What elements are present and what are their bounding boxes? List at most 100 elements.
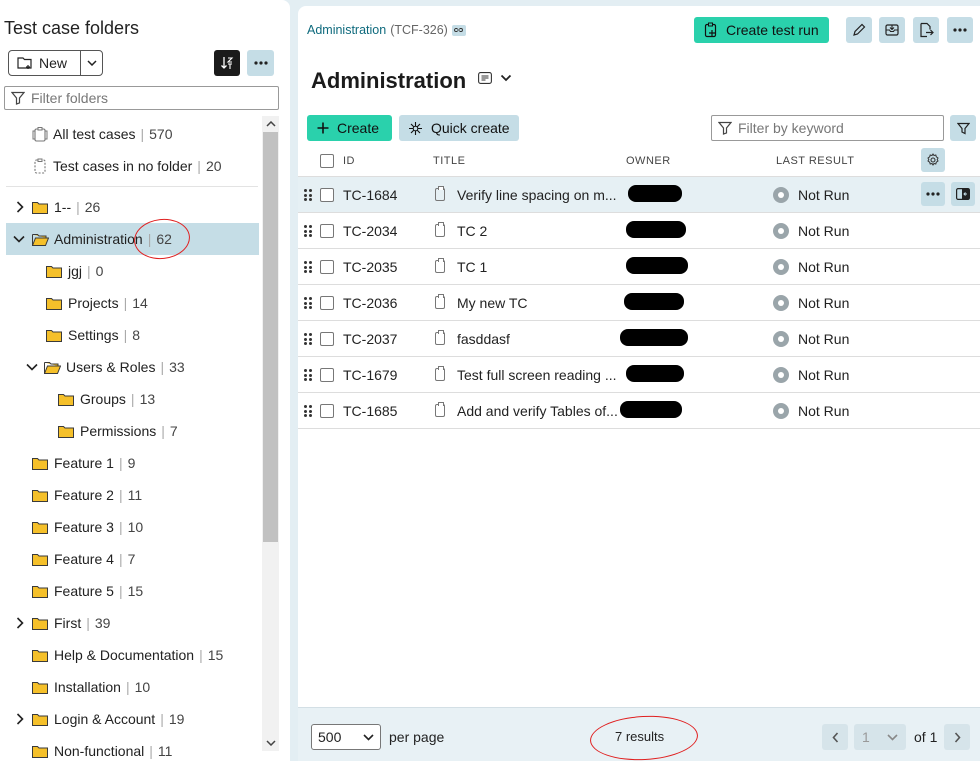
drag-handle-icon[interactable]	[304, 405, 312, 417]
filter-keyword-field[interactable]	[711, 115, 944, 141]
test-case-title[interactable]: fasddasf	[457, 331, 510, 347]
column-header-owner[interactable]: OWNER	[626, 155, 671, 167]
column-settings-button[interactable]	[921, 148, 945, 172]
tree-folder-administration[interactable]: Administration | 62	[6, 223, 259, 255]
tree-folder-non-functional[interactable]: Non-functional | 11	[32, 735, 172, 761]
column-header-id[interactable]: ID	[343, 155, 355, 167]
collapse-chevron-icon[interactable]	[25, 360, 39, 374]
test-case-title[interactable]: TC 2	[457, 223, 487, 239]
row-checkbox[interactable]	[320, 260, 334, 274]
drag-handle-icon[interactable]	[304, 333, 312, 345]
table-row[interactable]: TC-2037 fasddasf Not Run	[298, 321, 980, 357]
row-checkbox[interactable]	[320, 296, 334, 310]
test-case-id[interactable]: TC-1679	[343, 367, 397, 383]
new-button[interactable]: New	[9, 51, 81, 75]
scroll-up-arrow-icon[interactable]	[262, 116, 279, 132]
row-checkbox[interactable]	[320, 224, 334, 238]
tree-folder-help-documentation[interactable]: Help & Documentation | 15	[32, 639, 223, 671]
tree-folder-feature-1[interactable]: Feature 1 | 9	[32, 447, 135, 479]
per-page-select[interactable]: 500	[311, 724, 381, 750]
tree-folder-feature-3[interactable]: Feature 3 | 10	[32, 511, 143, 543]
quick-create-button[interactable]: Quick create	[399, 115, 519, 141]
row-checkbox[interactable]	[320, 368, 334, 382]
drag-handle-icon[interactable]	[304, 369, 312, 381]
chevron-down-icon[interactable]	[500, 74, 512, 82]
tree-item-label: Feature 1	[54, 455, 114, 471]
table-row[interactable]: TC-2034 TC 2 Not Run	[298, 213, 980, 249]
scrollbar-thumb[interactable]	[263, 132, 278, 542]
test-case-id[interactable]: TC-1685	[343, 403, 397, 419]
create-test-run-button[interactable]: Create test run	[694, 17, 829, 43]
test-case-icon	[435, 186, 445, 201]
advanced-filter-button[interactable]	[950, 115, 976, 141]
tree-folder-permissions[interactable]: Permissions | 7	[58, 415, 178, 447]
drag-handle-icon[interactable]	[304, 225, 312, 237]
test-case-id[interactable]: TC-2034	[343, 223, 397, 239]
test-case-title[interactable]: TC 1	[457, 259, 487, 275]
scroll-down-arrow-icon[interactable]	[262, 735, 279, 751]
row-more-button[interactable]	[921, 182, 945, 206]
open-side-panel-button[interactable]	[951, 182, 975, 206]
table-row[interactable]: TC-1679 Test full screen reading ... Not…	[298, 357, 980, 393]
create-button[interactable]: Create	[307, 115, 392, 141]
table-row[interactable]: TC-2036 My new TC Not Run	[298, 285, 980, 321]
new-dropdown-toggle[interactable]	[81, 51, 102, 75]
filter-folders-input[interactable]	[31, 90, 261, 106]
previous-page-button[interactable]	[822, 724, 848, 750]
table-row[interactable]: TC-1684 Verify line spacing on m... Not …	[298, 177, 980, 213]
drag-handle-icon[interactable]	[304, 297, 312, 309]
copy-link-icon[interactable]	[451, 24, 466, 36]
column-header-last-result[interactable]: LAST RESULT	[776, 155, 854, 167]
tree-folder-users-roles[interactable]: Users & Roles | 33	[44, 351, 185, 383]
test-case-title[interactable]: Verify line spacing on m...	[457, 187, 617, 203]
tree-folder-installation[interactable]: Installation | 10	[32, 671, 150, 703]
collapse-chevron-icon[interactable]	[13, 235, 27, 243]
table-row[interactable]: TC-1685 Add and verify Tables of... Not …	[298, 393, 980, 429]
test-case-title[interactable]: Test full screen reading ...	[457, 367, 617, 383]
expand-chevron-icon[interactable]	[13, 616, 27, 630]
filter-folders-field[interactable]	[4, 86, 279, 110]
expand-chevron-icon[interactable]	[13, 200, 27, 214]
tree-folder-projects[interactable]: Projects | 14	[46, 287, 148, 319]
tree-item-no-folder[interactable]: Test cases in no folder | 20	[32, 150, 222, 182]
select-all-checkbox[interactable]	[320, 154, 334, 168]
filter-keyword-input[interactable]	[738, 120, 938, 136]
edit-button[interactable]	[846, 17, 872, 43]
row-checkbox[interactable]	[320, 188, 334, 202]
tree-folder-first[interactable]: First | 39	[32, 607, 110, 639]
more-actions-button[interactable]	[947, 17, 973, 43]
export-button[interactable]	[913, 17, 939, 43]
tree-folder-settings[interactable]: Settings | 8	[46, 319, 140, 351]
tree-folder-jgj[interactable]: jgj | 0	[46, 255, 103, 287]
table-row[interactable]: TC-2035 TC 1 Not Run	[298, 249, 980, 285]
archive-button[interactable]	[879, 17, 905, 43]
tree-folder-groups[interactable]: Groups | 13	[58, 383, 155, 415]
test-case-id[interactable]: TC-2036	[343, 295, 397, 311]
row-checkbox[interactable]	[320, 332, 334, 346]
column-header-title[interactable]: TITLE	[433, 155, 465, 167]
drag-handle-icon[interactable]	[304, 261, 312, 273]
next-page-button[interactable]	[944, 724, 970, 750]
page-select[interactable]: 1	[854, 724, 906, 750]
test-case-id[interactable]: TC-1684	[343, 187, 397, 203]
tree-item-all-test-cases[interactable]: All test cases | 570	[32, 118, 172, 150]
drag-handle-icon[interactable]	[304, 189, 312, 201]
tree-folder-feature-5[interactable]: Feature 5 | 15	[32, 575, 143, 607]
sort-button[interactable]	[214, 50, 240, 76]
tree-folder-login-account[interactable]: Login & Account | 19	[32, 703, 184, 735]
description-icon[interactable]	[478, 72, 492, 84]
test-case-title[interactable]: Add and verify Tables of...	[457, 403, 618, 419]
folder-more-button[interactable]	[247, 50, 274, 76]
tree-folder-1--[interactable]: 1-- | 26	[32, 191, 100, 223]
row-checkbox[interactable]	[320, 404, 334, 418]
tree-folder-feature-4[interactable]: Feature 4 | 7	[32, 543, 135, 575]
tree-item-count: 9	[127, 455, 136, 471]
test-case-title[interactable]: My new TC	[457, 295, 528, 311]
new-split-button[interactable]: New	[8, 50, 103, 76]
tree-item-label: Feature 4	[54, 551, 114, 567]
expand-chevron-icon[interactable]	[13, 712, 27, 726]
test-case-id[interactable]: TC-2035	[343, 259, 397, 275]
tree-folder-feature-2[interactable]: Feature 2 | 11	[32, 479, 142, 511]
breadcrumb-link[interactable]: Administration	[307, 23, 386, 37]
test-case-id[interactable]: TC-2037	[343, 331, 397, 347]
